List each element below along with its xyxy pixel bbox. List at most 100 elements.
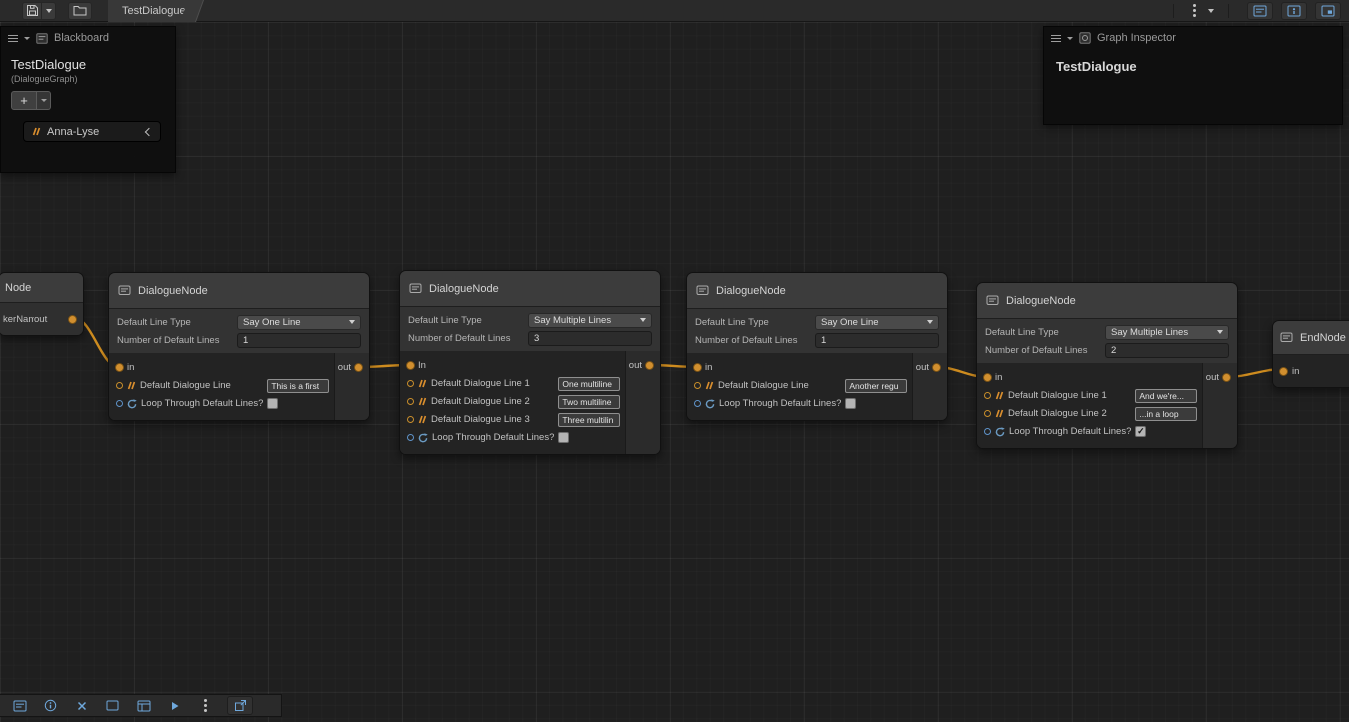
loop-checkbox[interactable]: ✓ xyxy=(1135,426,1146,437)
end-node[interactable]: EndNode in xyxy=(1272,320,1349,388)
tab-testdialogue[interactable]: TestDialogue xyxy=(108,0,192,22)
end-node-icon xyxy=(1280,332,1293,343)
field-value: 1 xyxy=(243,335,248,346)
speaker-name-label: kerName xyxy=(3,314,34,325)
inspector-panel-icon xyxy=(1287,5,1301,17)
node-header[interactable]: DialogueNode xyxy=(687,273,947,309)
add-property-button[interactable]: + xyxy=(11,91,37,110)
dialogue-line-field[interactable]: Three multilin xyxy=(558,413,620,427)
dialogue-line-field[interactable]: One multiline xyxy=(558,377,620,391)
overflow-caret-button[interactable] xyxy=(1204,2,1218,20)
dialogue-line-field[interactable]: ...in a loop xyxy=(1135,407,1197,421)
tab-title: TestDialogue xyxy=(122,5,186,17)
node-ports: in Default Dialogue Line This is a first… xyxy=(109,353,369,420)
loop-checkbox[interactable] xyxy=(558,432,569,443)
num-lines-field[interactable]: 1 xyxy=(815,333,939,348)
num-lines-field[interactable]: 1 xyxy=(237,333,361,348)
dialogue-line-port[interactable] xyxy=(407,380,414,387)
in-port-label: In xyxy=(418,360,426,371)
loop-checkbox[interactable] xyxy=(267,398,278,409)
out-port[interactable] xyxy=(355,364,362,371)
play-button[interactable] xyxy=(159,696,190,715)
graph-inspector-header[interactable]: Graph Inspector xyxy=(1044,27,1342,49)
dialogue-line-field[interactable]: Another regu xyxy=(845,379,907,393)
dialogue-line-field[interactable]: Two multiline xyxy=(558,395,620,409)
inspector-button[interactable] xyxy=(35,696,66,715)
blackboard-panel-icon xyxy=(1253,5,1267,17)
dialogue-node-1[interactable]: DialogueNode Default Line Type Say One L… xyxy=(108,272,370,421)
dialogue-line-label: Default Dialogue Line 2 xyxy=(431,396,554,407)
start-node[interactable]: Node kerName out xyxy=(0,272,84,336)
dialogue-node-icon xyxy=(986,295,999,306)
graph-canvas[interactable]: TestDialogue xyxy=(0,0,1349,722)
frame-button[interactable] xyxy=(97,696,128,715)
line-type-dropdown[interactable]: Say Multiple Lines xyxy=(528,313,652,328)
tools-button[interactable] xyxy=(66,696,97,715)
in-port[interactable] xyxy=(407,362,414,369)
num-lines-field[interactable]: 3 xyxy=(528,331,652,346)
loop-port[interactable] xyxy=(694,400,701,407)
blackboard-header[interactable]: Blackboard xyxy=(1,27,175,49)
dialogue-line-port[interactable] xyxy=(694,382,701,389)
in-port[interactable] xyxy=(984,374,991,381)
dialogue-line-field[interactable]: And we're... xyxy=(1135,389,1197,403)
dropdown-value: Say One Line xyxy=(243,317,301,328)
chevron-left-icon[interactable] xyxy=(145,127,153,135)
start-node-body: kerName out xyxy=(0,303,83,335)
board-button[interactable] xyxy=(128,696,159,715)
loop-port[interactable] xyxy=(407,434,414,441)
node-title: Node xyxy=(5,282,31,294)
graph-inspector-asset-title: TestDialogue xyxy=(1044,49,1342,74)
node-header[interactable]: DialogueNode xyxy=(109,273,369,309)
add-property-caret-button[interactable] xyxy=(37,91,51,110)
dialogue-line-port[interactable] xyxy=(984,392,991,399)
dialogue-line-field[interactable]: This is a first xyxy=(267,379,329,393)
collapse-caret-icon[interactable] xyxy=(1067,37,1073,40)
out-port[interactable] xyxy=(933,364,940,371)
frame-icon xyxy=(106,700,119,711)
graph-inspector-toggle-button[interactable] xyxy=(1281,2,1307,20)
in-port[interactable] xyxy=(1280,368,1287,375)
dialogue-line-port[interactable] xyxy=(984,410,991,417)
in-port[interactable] xyxy=(694,364,701,371)
field-value: Two multiline xyxy=(562,397,611,407)
dialogue-line-port[interactable] xyxy=(407,398,414,405)
blackboard-property-anna-lyse[interactable]: Anna-Lyse xyxy=(23,121,161,142)
line-type-dropdown[interactable]: Say One Line xyxy=(237,315,361,330)
overflow-menu-button[interactable] xyxy=(1184,2,1204,20)
collapse-caret-icon[interactable] xyxy=(24,37,30,40)
open-external-window-button[interactable] xyxy=(227,696,253,715)
blackboard-toggle-button[interactable] xyxy=(1247,2,1273,20)
out-port[interactable] xyxy=(646,362,653,369)
loop-port[interactable] xyxy=(984,428,991,435)
loop-checkbox[interactable] xyxy=(845,398,856,409)
dialogue-line-label: Default Dialogue Line xyxy=(718,380,841,391)
dialogue-line-port[interactable] xyxy=(116,382,123,389)
line-type-label: Default Line Type xyxy=(695,317,815,328)
field-value: 2 xyxy=(1111,345,1116,356)
save-button[interactable] xyxy=(22,2,42,20)
overflow-menu-button[interactable] xyxy=(190,696,221,715)
out-port[interactable] xyxy=(69,316,76,323)
open-asset-button[interactable] xyxy=(68,2,92,20)
save-options-button[interactable] xyxy=(42,2,56,20)
dialogue-node-3[interactable]: DialogueNode Default Line Type Say One L… xyxy=(686,272,948,421)
node-header[interactable]: DialogueNode xyxy=(400,271,660,307)
dialogue-node-icon xyxy=(696,285,709,296)
loop-port[interactable] xyxy=(116,400,123,407)
node-header[interactable]: EndNode xyxy=(1273,321,1349,355)
line-type-dropdown[interactable]: Say One Line xyxy=(815,315,939,330)
out-port-label: out xyxy=(1206,372,1219,383)
dialogue-line-port[interactable] xyxy=(407,416,414,423)
in-port[interactable] xyxy=(116,364,123,371)
loop-icon xyxy=(995,427,1005,437)
node-header[interactable]: DialogueNode xyxy=(977,283,1237,319)
out-port[interactable] xyxy=(1223,374,1230,381)
blackboard-button[interactable] xyxy=(4,696,35,715)
node-header[interactable]: Node xyxy=(0,273,83,303)
minimap-toggle-button[interactable] xyxy=(1315,2,1341,20)
dialogue-node-2[interactable]: DialogueNode Default Line Type Say Multi… xyxy=(399,270,661,455)
num-lines-field[interactable]: 2 xyxy=(1105,343,1229,358)
dialogue-node-4[interactable]: DialogueNode Default Line Type Say Multi… xyxy=(976,282,1238,449)
line-type-dropdown[interactable]: Say Multiple Lines xyxy=(1105,325,1229,340)
